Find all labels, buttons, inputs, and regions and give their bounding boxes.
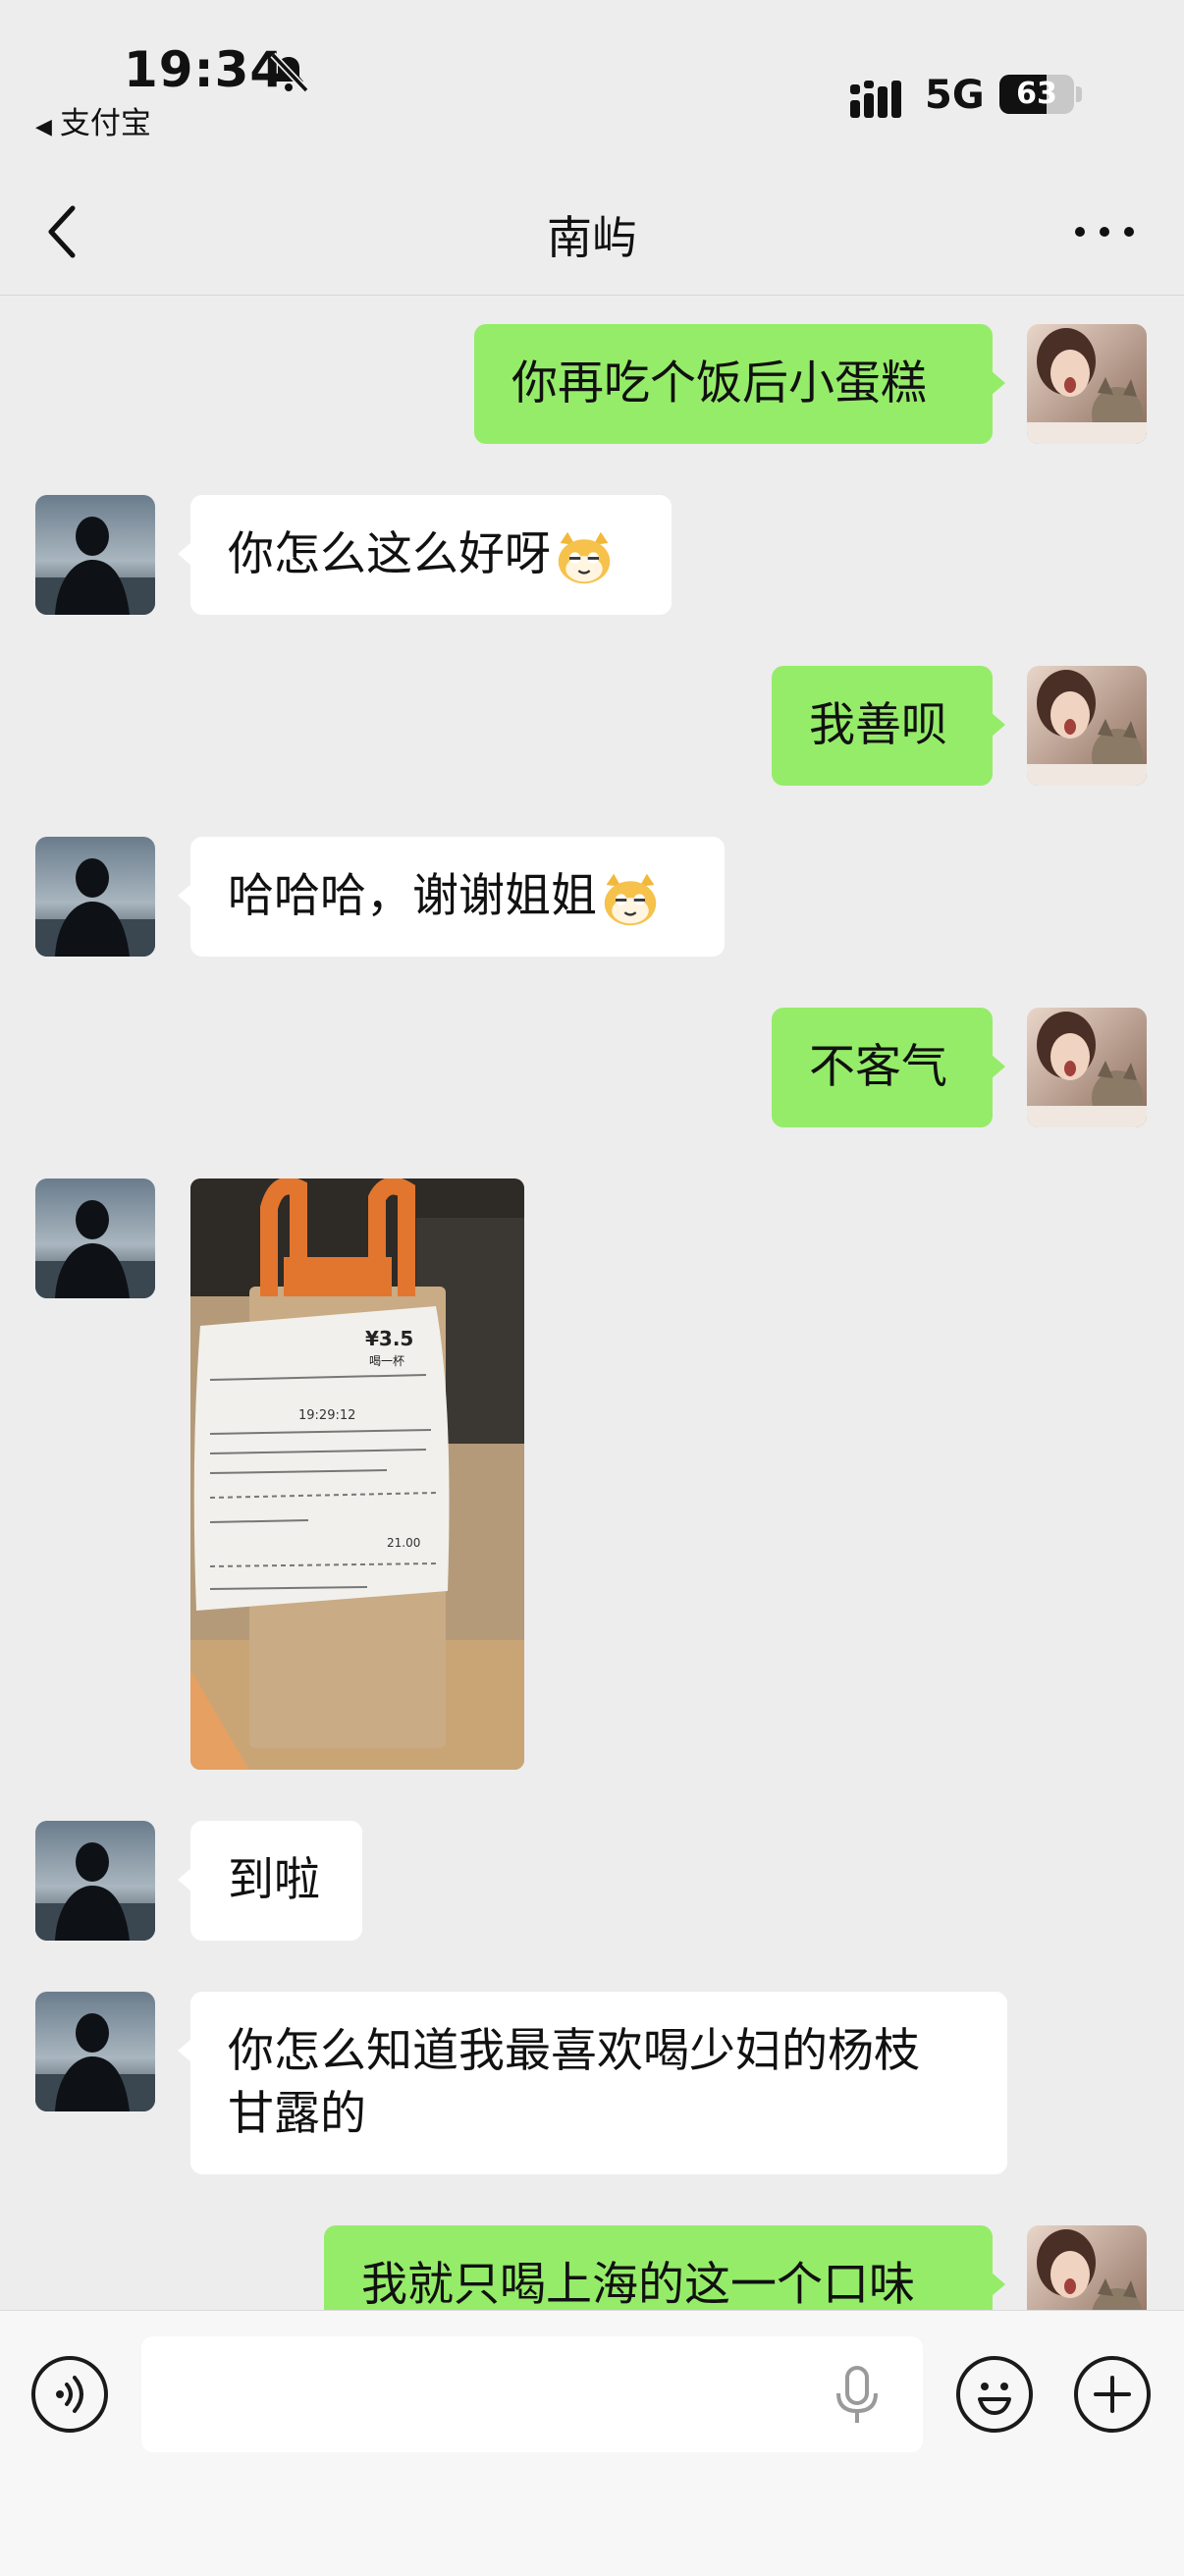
status-time: 19:34 (124, 41, 286, 98)
battery-icon: 63 (999, 75, 1074, 114)
photo-message[interactable]: ¥3.5 喝一杯 19:29:12 21.00 (190, 1178, 524, 1770)
mic-icon[interactable] (833, 2364, 882, 2427)
bubble-tail (178, 2039, 191, 2062)
message-text-line: 你怎么知道我最喜欢喝少妇的杨枝 (228, 2024, 920, 2078)
input-bar (0, 2310, 1184, 2576)
message-text: 你怎么这么好呀 (228, 527, 551, 581)
bubble-tail (178, 1868, 191, 1891)
message-text: 我就只喝上海的这一个口味 (361, 2258, 915, 2312)
bubble-tail (178, 884, 191, 907)
contact-avatar[interactable] (35, 495, 155, 615)
bubble-tail (992, 371, 1005, 395)
message-bubble-in[interactable]: 到啦 (190, 1821, 362, 1941)
contact-avatar[interactable] (35, 1178, 155, 1298)
back-to-app-link[interactable]: ◀ 支付宝 (35, 98, 151, 142)
more-icon[interactable] (1070, 220, 1139, 244)
message-bubble-out[interactable]: 你再吃个饭后小蛋糕 (474, 324, 993, 444)
bubble-tail (992, 713, 1005, 737)
network-type: 5G (925, 73, 985, 118)
back-app-label: 支付宝 (59, 106, 151, 141)
bubble-tail (992, 2273, 1005, 2296)
receipt-amount: 21.00 (387, 1536, 420, 1550)
message-bubble-in[interactable]: 你怎么知道我最喜欢喝少妇的杨枝 甘露的 (190, 1992, 1007, 2174)
message-input[interactable] (141, 2336, 923, 2452)
message-text: 不客气 (809, 1040, 947, 1094)
battery-tip (1076, 86, 1082, 102)
chat-title: 南屿 (547, 211, 637, 264)
plus-icon[interactable] (1074, 2356, 1151, 2433)
my-avatar[interactable] (1027, 1008, 1147, 1127)
receipt-time: 19:29:12 (298, 1408, 355, 1423)
contact-avatar[interactable] (35, 1992, 155, 2111)
message-text: 哈哈哈，谢谢姐姐 (228, 869, 597, 923)
battery-percent: 63 (1016, 77, 1057, 111)
bell-slash-icon (270, 52, 309, 93)
message-text: 我善呗 (809, 698, 947, 752)
bubble-tail (992, 1055, 1005, 1078)
message-bubble-in[interactable]: 你怎么这么好呀 (190, 495, 672, 615)
message-text-line: 甘露的 (228, 2087, 366, 2141)
emoji-icon[interactable] (956, 2356, 1033, 2433)
bubble-tail (178, 542, 191, 566)
cat-emoji-icon (603, 872, 658, 926)
contact-avatar[interactable] (35, 1821, 155, 1941)
message-text: 到啦 (228, 1853, 320, 1907)
voice-icon[interactable] (31, 2356, 108, 2433)
message-bubble-in[interactable]: 哈哈哈，谢谢姐姐 (190, 837, 725, 957)
message-text: 你再吃个饭后小蛋糕 (511, 356, 927, 411)
contact-avatar[interactable] (35, 837, 155, 957)
signal-icon (850, 81, 901, 118)
cat-emoji-icon (557, 530, 612, 584)
message-bubble-out[interactable]: 我善呗 (772, 666, 993, 786)
chat-header: 南屿 (0, 167, 1184, 296)
my-avatar[interactable] (1027, 666, 1147, 786)
receipt-promo: 喝一杯 (369, 1354, 404, 1368)
message-bubble-out[interactable]: 不客气 (772, 1008, 993, 1127)
back-triangle-icon: ◀ (35, 115, 52, 139)
receipt-price: ¥3.5 (365, 1327, 413, 1350)
my-avatar[interactable] (1027, 324, 1147, 444)
